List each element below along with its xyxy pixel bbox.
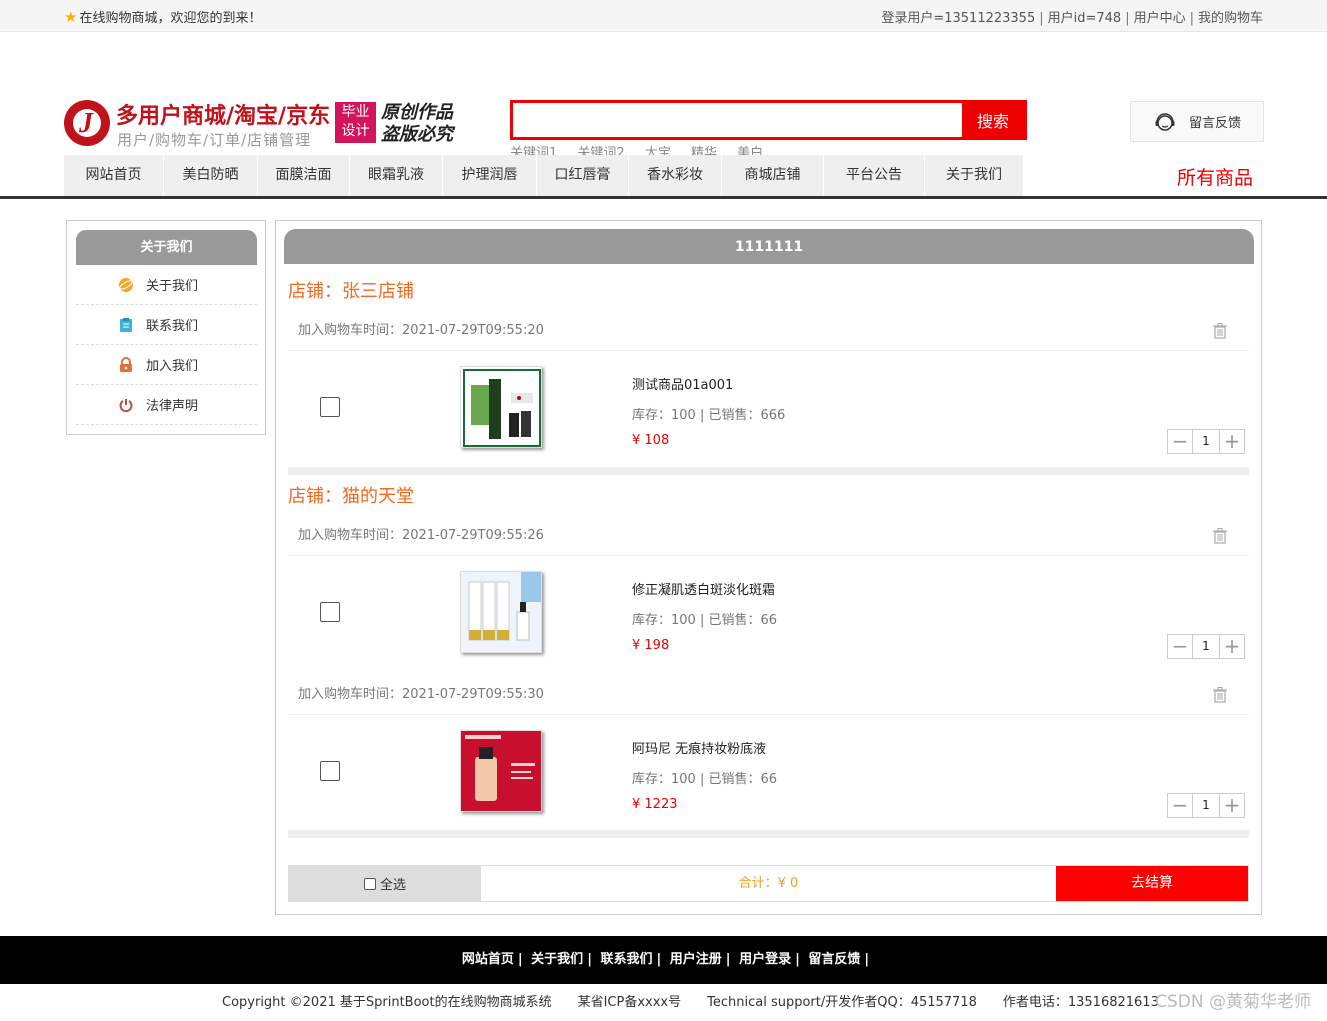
select-all-checkbox[interactable] [363,877,376,890]
cart-title: 1111111 [284,229,1254,264]
plus-button[interactable]: + [1220,794,1244,817]
divider [288,830,1249,838]
quantity-value[interactable]: 1 [1192,430,1220,453]
all-goods-link[interactable]: 所有商品 [1177,163,1253,190]
nav-item-home[interactable]: 网站首页 [64,155,164,196]
product-name[interactable]: 修正凝肌透白斑淡化斑霜 [632,579,775,598]
header: J 多用户商城/淘宝/京东 用户/购物车/订单/店铺管理 毕业 设计 原创作品 … [0,32,1327,161]
search-button[interactable]: 搜索 [962,103,1024,137]
search-box: 搜索 [510,100,1027,140]
quantity-stepper: − 1 + [1167,793,1245,818]
product-name[interactable]: 测试商品01a001 [632,374,733,393]
nav-item-about[interactable]: 关于我们 [925,155,1024,196]
cart-time-row: 加入购物车时间：2021-07-29T09:55:30 [288,675,1249,715]
main-nav: 网站首页 美白防晒 面膜洁面 眼霜乳液 护理润唇 口红唇膏 香水彩妆 商城店铺 … [0,155,1327,199]
item-checkbox[interactable] [320,397,340,417]
slogan: 原创作品 盗版必究 [381,102,453,145]
product-price: ¥ 198 [632,638,670,653]
top-links: 登录用户=13511223355 | 用户id=748 | 用户中心 | 我的购物车 [881,11,1263,26]
sidebar-item-contact[interactable]: 联系我们 [76,305,257,345]
nav-item-whitening[interactable]: 美白防晒 [164,155,258,196]
nav-item-lipstick[interactable]: 口红唇膏 [537,155,629,196]
divider [288,467,1249,475]
quantity-stepper: − 1 + [1167,634,1245,659]
logo-icon[interactable]: J [64,100,110,146]
nav-item-shops[interactable]: 商城店铺 [722,155,824,196]
product-stock: 库存：100 | 已销售：666 [632,408,786,423]
trash-icon[interactable] [1213,528,1227,544]
trash-icon[interactable] [1213,323,1227,339]
trash-icon[interactable] [1213,687,1227,703]
footer-link-contact[interactable]: 联系我们 [600,952,652,967]
cart-item: 阿玛尼 无痕持妆粉底液 库存：100 | 已销售：66 ¥ 1223 − 1 + [288,719,1249,829]
footer-link-login[interactable]: 用户登录 [739,952,791,967]
top-bar: ★ 在线购物商城，欢迎您的到来！ 登录用户=13511223355 | 用户id=7… [0,0,1327,32]
login-user: 登录用户=13511223355 [881,11,1036,26]
sidebar-item-legal[interactable]: 法律声明 [76,385,257,425]
product-name[interactable]: 阿玛尼 无痕持妆粉底液 [632,738,766,757]
customer-service-icon [1155,112,1175,131]
footer-link-feedback[interactable]: 留言反馈 [808,952,860,967]
planet-icon [119,277,133,292]
brand-title: 多用户商城/淘宝/京东 [116,104,331,129]
plus-button[interactable]: + [1220,430,1244,453]
feedback-button[interactable]: 留言反馈 [1130,101,1264,142]
copyright-bar: Copyright ©2021 基于SprintBoot的在线购物商城系统 某省… [0,984,1327,1021]
minus-button[interactable]: − [1168,794,1192,817]
nav-item-notice[interactable]: 平台公告 [824,155,925,196]
product-image[interactable] [460,366,542,448]
footer-link-home[interactable]: 网站首页 [462,952,514,967]
quantity-stepper: − 1 + [1167,429,1245,454]
welcome-message: ★ 在线购物商城，欢迎您的到来！ [64,7,262,27]
cart-item: 修正凝肌透白斑淡化斑霜 库存：100 | 已销售：66 ¥ 198 − 1 + [288,560,1249,670]
sidebar-item-join[interactable]: 加入我们 [76,345,257,385]
star-icon: ★ [64,7,78,26]
user-center-link[interactable]: 用户中心 [1134,11,1186,26]
plus-button[interactable]: + [1220,635,1244,658]
clipboard-icon [120,317,132,332]
nav-item-lip-care[interactable]: 护理润唇 [443,155,537,196]
product-stock: 库存：100 | 已销售：66 [632,613,777,628]
item-checkbox[interactable] [320,761,340,781]
cart-time-row: 加入购物车时间：2021-07-29T09:55:20 [288,311,1249,351]
copyright-text: Copyright ©2021 基于SprintBoot的在线购物商城系统 某省… [222,995,1159,1010]
footer-link-register[interactable]: 用户注册 [670,952,722,967]
brand-subtitle: 用户/购物车/订单/店铺管理 [117,131,312,149]
quantity-value[interactable]: 1 [1192,635,1220,658]
checkout-button[interactable]: 去结算 [1056,866,1248,901]
item-checkbox[interactable] [320,602,340,622]
cart-time-row: 加入购物车时间：2021-07-29T09:55:26 [288,516,1249,556]
cart-summary-bar: 全选 合计：¥ 0 去结算 [288,865,1249,902]
product-price: ¥ 108 [632,433,670,448]
product-image[interactable] [460,730,542,812]
sidebar-title: 关于我们 [76,230,257,265]
sidebar-item-about[interactable]: 关于我们 [76,265,257,305]
search-input[interactable] [513,103,962,137]
nav-item-eye-cream[interactable]: 眼霜乳液 [350,155,443,196]
sidebar: 关于我们 关于我们 联系我们 加入我们 法律声明 [66,220,266,435]
lock-icon [120,356,132,372]
my-cart-link[interactable]: 我的购物车 [1198,11,1263,26]
footer-link-about[interactable]: 关于我们 [531,952,583,967]
watermark: CSDN @黄菊华老师 [1155,992,1311,1012]
footer-links: 网站首页 | 关于我们 | 联系我们 | 用户注册 | 用户登录 | 留言反馈 | [0,936,1327,984]
cart-item: 测试商品01a001 库存：100 | 已销售：666 ¥ 108 − 1 + [288,355,1249,465]
graduation-badge: 毕业 设计 [335,102,376,143]
cart-total: 合计：¥ 0 [738,876,799,891]
minus-button[interactable]: − [1168,430,1192,453]
minus-button[interactable]: − [1168,635,1192,658]
shop-name[interactable]: 店铺：张三店铺 [288,277,414,303]
cart-panel: 1111111 店铺：张三店铺 加入购物车时间：2021-07-29T09:55… [275,220,1262,915]
product-image[interactable] [460,571,542,653]
power-icon [119,398,133,412]
quantity-value[interactable]: 1 [1192,794,1220,817]
nav-item-mask[interactable]: 面膜洁面 [258,155,350,196]
product-price: ¥ 1223 [632,797,678,812]
user-id: 用户id=748 [1047,11,1122,26]
select-all[interactable]: 全选 [289,866,481,901]
nav-item-perfume[interactable]: 香水彩妆 [629,155,722,196]
shop-name[interactable]: 店铺：猫的天堂 [288,482,414,508]
product-stock: 库存：100 | 已销售：66 [632,772,777,787]
